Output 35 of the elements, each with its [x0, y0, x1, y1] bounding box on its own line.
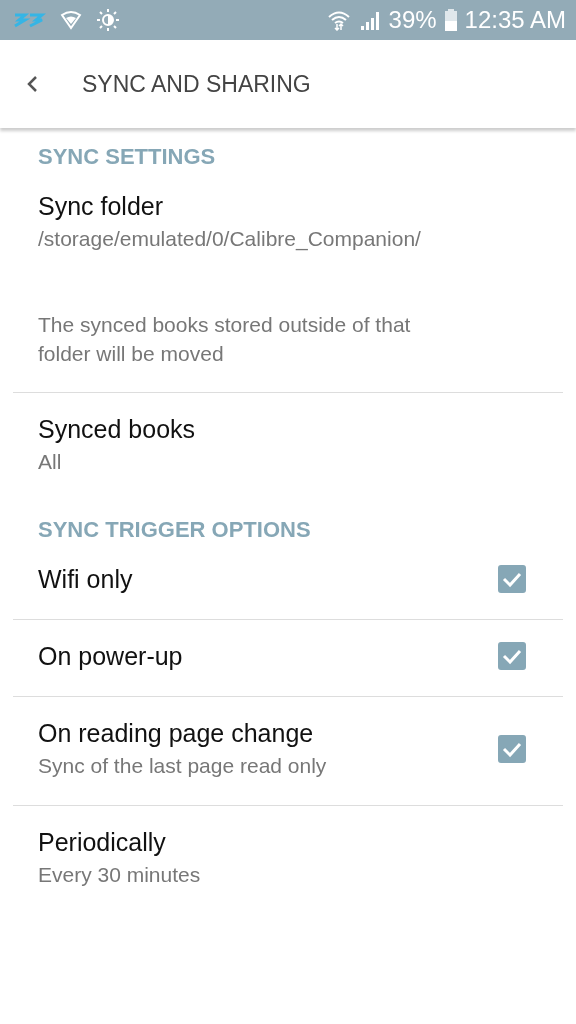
item-summary: /storage/emulated/0/Calibre_Companion/	[38, 226, 422, 253]
item-title: On power-up	[38, 641, 183, 672]
clock: 12:35 AM	[464, 6, 566, 34]
check-icon	[501, 647, 523, 665]
settings-item[interactable]: Wifi only	[0, 543, 576, 619]
item-title: Sync folder	[38, 191, 165, 222]
item-title: Synced books	[38, 414, 196, 445]
shield-wifi-icon	[60, 10, 82, 30]
item-title: Wifi only	[38, 564, 133, 595]
back-icon	[26, 75, 38, 93]
item-note: The synced books stored outside of that folder will be moved	[38, 312, 412, 367]
checkbox[interactable]	[498, 735, 526, 763]
section-header: SYNC SETTINGS	[37, 143, 217, 170]
item-summary: All	[38, 449, 63, 475]
signal-icon	[358, 10, 381, 30]
settings-item[interactable]: Synced books All	[0, 393, 576, 501]
brightness-icon	[96, 8, 120, 32]
checkbox[interactable]	[498, 642, 526, 670]
notification-icon	[12, 11, 46, 29]
battery-icon	[444, 9, 457, 31]
battery-percentage: 39%	[388, 6, 437, 34]
settings-item[interactable]: Sync folder /storage/emulated/0/Calibre_Companion/ The synced books stored outside of that folder will be moved	[0, 170, 576, 392]
settings-item[interactable]: On reading page change Sync of the last page read only	[0, 697, 576, 805]
section-header: SYNC TRIGGER OPTIONS	[37, 516, 312, 543]
item-summary: Every 30 minutes	[38, 862, 201, 888]
check-icon	[501, 570, 523, 588]
item-summary: Sync of the last page read only	[38, 753, 327, 779]
check-icon	[501, 740, 523, 758]
checkbox[interactable]	[498, 565, 526, 593]
settings-item[interactable]: On power-up	[0, 620, 576, 696]
wifi-icon	[326, 9, 351, 31]
item-title: Periodically	[38, 827, 167, 858]
settings-item[interactable]: Periodically Every 30 minutes	[0, 806, 576, 914]
screen-title: SYNC AND SHARING	[82, 70, 311, 98]
item-title: On reading page change	[38, 718, 315, 749]
